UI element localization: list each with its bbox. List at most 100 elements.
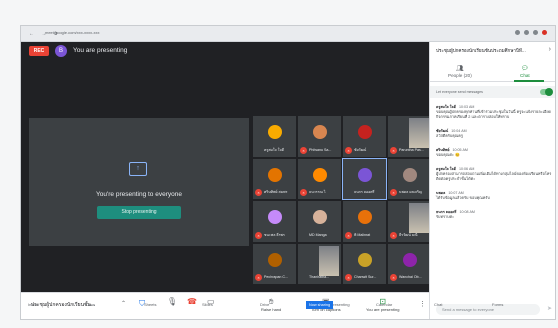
participant-avatar [357,125,372,139]
mic-off-icon: × [300,189,307,196]
taskbar-item[interactable]: Calendar [376,300,392,310]
presenting-message: You're presenting to everyone [96,191,182,198]
chat-text: สวัสดีครับคุณครู [436,134,463,138]
participant-tile[interactable]: Thanhatha... [298,243,341,284]
taskbar-item[interactable]: Inbox [28,300,38,310]
presenter-avatar: B [55,45,67,57]
participant-name: Thanhatha... [309,275,330,279]
participant-name: ครูสมใจ ใจดี [264,147,284,152]
taskbar-item[interactable]: Drive [260,300,269,310]
chat-message: ศรินทิพย์ 10:05 AM ขอบคุณค่ะ 😊 [436,147,552,158]
participant-tile[interactable]: × ศรินทิพย์ สมพร [253,158,296,199]
mic-off-icon: × [255,189,262,196]
participant-video [319,245,339,276]
sidebar-title: ประชุมผู้ปกครองนักเรียนชั้นประถมศึกษาปีท… [436,48,526,53]
extension-icon[interactable] [524,30,529,35]
chat-author: ศรินทิพย์ [436,148,450,152]
stop-presenting-button[interactable]: Stop presenting [97,206,181,219]
participant-name: ชัยวัฒน์ [354,147,367,152]
participant-name: Wanchai Ob... [399,275,422,279]
chat-time: 10:06 AM [458,167,475,171]
participant-tile[interactable]: MD Manga [298,201,341,242]
chat-time: 10:08 AM [459,210,475,214]
participant-tile[interactable]: ครูสมใจ ใจดี [253,116,296,157]
star-icon[interactable] [515,30,520,35]
participant-avatar [357,167,372,182]
participant-avatar [402,252,417,267]
participant-tile[interactable]: × นพดล ผลเจริญ [388,158,431,199]
participant-tile[interactable]: × Wanchai Ob... [388,243,431,284]
participant-name: ชนะพล ธีรพร [264,232,285,237]
chat-text: ผู้ปกครองสามารถสอบถามเพิ่มเติมได้ทางกลุ่… [436,172,552,181]
participant-video [409,118,429,148]
participant-tile[interactable]: × Phitsanu Sa... [298,116,341,157]
close-icon[interactable]: › [549,46,551,53]
chat-time: 10:03 AM [458,105,475,109]
chat-message: ครูสมใจ ใจดี 10:06 AM ผู้ปกครองสามารถสอบถา… [436,166,552,182]
mic-off-icon: × [345,146,352,154]
chat-messages: ครูสมใจ ใจดี 10:03 AM ขอบคุณผู้ปกครองทุกท่… [436,104,552,228]
sharing-indicator[interactable]: Now sharing [306,301,334,309]
chat-author: ธนกร ลออศรี [436,210,457,214]
chat-author: ครูสมใจ ใจดี [436,105,456,109]
tab-chat[interactable]: 💬︎ Chat [520,65,530,78]
participant-avatar [312,125,327,139]
mic-off-icon: × [345,274,352,281]
participant-tile[interactable]: × ธนวรรณ ไ [298,158,341,199]
mic-off-icon: × [345,231,352,239]
chat-icon: 💬︎ [521,66,529,72]
chat-permission-label: Let everyone send messages [436,90,483,94]
participant-name: ธนวรรณ ไ [309,190,326,194]
chat-time: 10:04 AM [451,129,467,133]
participant-tile[interactable]: × ธีรวัฒน์ มณี [388,201,431,242]
tab-people[interactable]: 👥︎ People (20) [448,65,472,78]
participant-tile[interactable]: × Pechrapan C... [253,243,296,284]
taskbar-item[interactable]: Forms [492,300,503,310]
participant-name: MD Manga [309,232,327,237]
chat-text: ขอบคุณผู้ปกครองทุกท่านที่เข้าร่วมประชุมใ… [436,110,552,119]
participant-name: ศรินทิพย์ สมพร [264,190,288,194]
sidebar-tabs: 👥︎ People (20) 💬︎ Chat [430,62,555,82]
participant-name: นพดล ผลเจริญ [399,190,422,194]
mic-off-icon: × [390,189,397,196]
participant-avatar [312,167,327,182]
participant-name: Pechrapan C... [264,275,288,279]
taskbar-item[interactable]: Slides [202,300,213,310]
browser-extensions [515,30,547,35]
participant-avatar [267,167,282,182]
chat-text: รับทราบค่ะ [436,215,455,219]
presentation-stage: ↑ You're presenting to everyone Stop pre… [29,118,249,246]
participant-avatar [267,252,282,267]
participant-tile[interactable]: × พิ Malinrat [343,201,386,242]
taskbar-item[interactable]: Sheets [144,300,156,310]
chat-permission-toggle[interactable] [540,88,553,96]
chat-text: ได้รับข้อมูลแล้วครับ ขอบคุณครับ [436,196,490,200]
participant-video [409,203,429,233]
participant-tile[interactable]: × ชัยวัฒน์ [343,116,386,157]
participant-avatar [267,210,282,224]
participant-name: ธีรวัฒน์ มณี [399,232,418,237]
tab-chat-label: Chat [520,73,530,78]
chat-author: ชัยวัฒน์ [436,129,449,133]
chat-message: ชัยวัฒน์ 10:04 AM สวัสดีครับคุณครู [436,128,552,139]
mic-off-icon: × [255,231,262,239]
mic-off-icon: × [390,274,397,281]
participant-name: Paruntha Pas... [399,147,424,152]
participant-tile[interactable]: × ชนะพล ธีรพร [253,201,296,242]
taskbar-item[interactable]: Docs [86,300,95,310]
participant-tile[interactable]: ธนกร ลออศรี [342,157,387,200]
chat-time: 10:05 AM [452,148,468,152]
chat-time: 10:07 AM [448,191,464,195]
chat-message: ครูสมใจ ใจดี 10:03 AM ขอบคุณผู้ปกครองทุกท่… [436,104,552,120]
participant-grid: ครูสมใจ ใจดี × Phitsanu Sa... × ชัยวัฒน์ × Par… [253,116,431,284]
participant-name: ธนกร ลออศรี [354,190,375,194]
mic-off-icon: × [390,146,397,154]
taskbar-item[interactable]: Chat [434,300,442,310]
chat-author: นพดล [436,191,446,195]
participant-tile[interactable]: × Paruntha Pas... [388,116,431,157]
address-bar[interactable]: meet.google.com/xxx-xxxx-xxx [45,30,155,37]
participant-tile[interactable]: × Chanwit Sur... [343,243,386,284]
chat-author: ครูสมใจ ใจดี [436,167,456,171]
profile-icon[interactable] [533,30,538,35]
menu-icon[interactable] [542,30,547,35]
